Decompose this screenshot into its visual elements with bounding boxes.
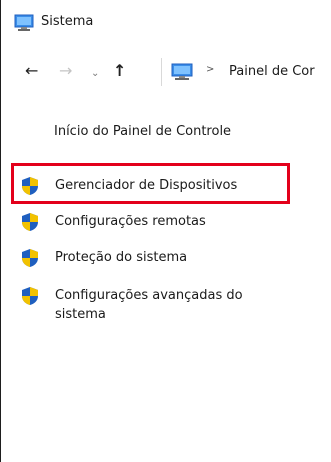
- recent-locations-dropdown-icon[interactable]: ⌄: [91, 64, 99, 84]
- computer-icon: [171, 63, 193, 81]
- breadcrumb-separator[interactable]: >: [206, 64, 214, 75]
- shield-icon: [21, 212, 39, 232]
- shield-icon: [21, 286, 39, 306]
- breadcrumb-control-panel[interactable]: Painel de Cor: [229, 64, 315, 79]
- highlight-box: [11, 163, 290, 204]
- system-window: Sistema ← → ⌄ ↑ > Painel de Cor Início d…: [0, 0, 331, 462]
- navigation-bar: ← → ⌄ ↑ > Painel de Cor: [1, 58, 331, 88]
- shield-icon: [21, 248, 39, 268]
- sidebar-item-label: Proteção do sistema: [55, 250, 188, 265]
- sidebar-item-label: Configurações remotas: [55, 214, 206, 229]
- back-arrow-icon[interactable]: ←: [25, 61, 38, 81]
- control-panel-home-link[interactable]: Início do Painel de Controle: [54, 124, 231, 139]
- computer-icon: [14, 14, 34, 32]
- up-arrow-icon[interactable]: ↑: [113, 61, 126, 81]
- title-bar: Sistema: [1, 0, 331, 46]
- forward-arrow-icon[interactable]: →: [59, 61, 72, 81]
- window-title: Sistema: [41, 14, 94, 29]
- sidebar-item-label: Configurações avançadas do sistema: [55, 288, 243, 322]
